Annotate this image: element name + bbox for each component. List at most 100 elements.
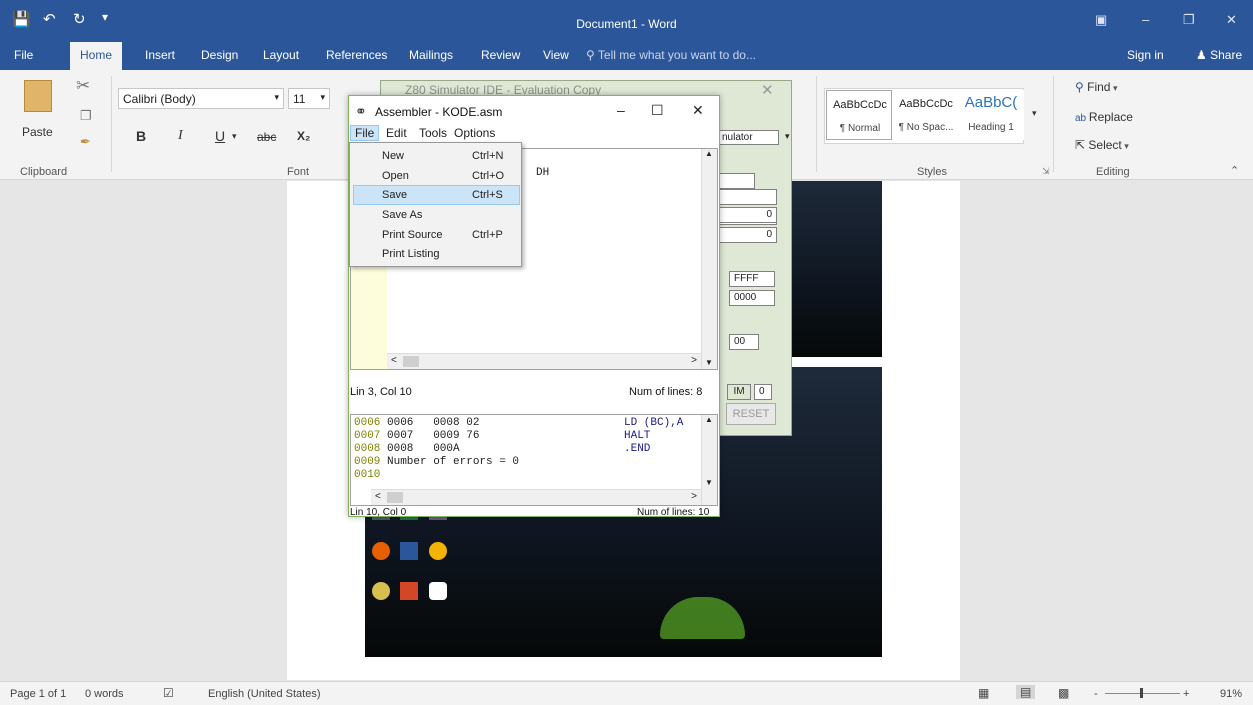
close-icon[interactable]: ✕: [761, 81, 774, 99]
zoom-out-button[interactable]: -: [1094, 688, 1098, 700]
scroll-left-icon[interactable]: <: [391, 355, 397, 366]
menu-options[interactable]: Options: [454, 126, 495, 140]
menu-item-save[interactable]: Save Ctrl+S: [353, 185, 520, 205]
menu-item-print-source[interactable]: Print Source Ctrl+P: [353, 225, 520, 245]
menu-tools[interactable]: Tools: [419, 126, 447, 140]
proofing-icon[interactable]: ☑: [163, 686, 174, 700]
listing-line-number: 0009: [354, 456, 381, 468]
scroll-thumb[interactable]: [403, 356, 419, 367]
app-icon: ⚭: [355, 103, 367, 119]
ribbon-display-icon[interactable]: ▣: [1095, 12, 1107, 28]
style-normal[interactable]: AaBbCcDc ¶ Normal: [826, 90, 892, 140]
menu-item-open[interactable]: Open Ctrl+O: [353, 166, 520, 186]
read-mode-icon[interactable]: ▦: [978, 686, 989, 700]
paste-icon[interactable]: [24, 80, 52, 112]
scroll-up-icon[interactable]: ▲: [705, 415, 713, 424]
scroll-down-icon[interactable]: ▼: [705, 478, 713, 487]
minimize-icon[interactable]: –: [617, 102, 625, 118]
menu-edit[interactable]: Edit: [386, 126, 407, 140]
paste-button[interactable]: Paste: [22, 125, 53, 139]
tell-me-box[interactable]: ⚲ Tell me what you want to do...: [586, 48, 756, 62]
sign-in-link[interactable]: Sign in: [1127, 48, 1164, 62]
strikethrough-button[interactable]: abc: [257, 130, 276, 144]
page-count[interactable]: Page 1 of 1: [10, 688, 66, 700]
tab-mailings[interactable]: Mailings: [409, 48, 453, 62]
status-bar: Page 1 of 1 0 words ☑ English (United St…: [0, 681, 1253, 705]
tab-home[interactable]: Home: [70, 42, 123, 70]
code-fragment: DH: [536, 167, 550, 179]
listing-line-number: 0006: [354, 417, 381, 429]
format-painter-icon[interactable]: ✒: [80, 134, 91, 150]
tab-design[interactable]: Design: [201, 48, 238, 62]
language[interactable]: English (United States): [208, 688, 321, 700]
emulator-field[interactable]: nulator: [717, 130, 779, 145]
reset-button[interactable]: RESET: [726, 403, 776, 425]
font-size-combo[interactable]: 11 ▾: [288, 88, 330, 109]
tab-references[interactable]: References: [326, 48, 387, 62]
maximize-icon[interactable]: ☐: [651, 102, 664, 119]
word-count[interactable]: 0 words: [85, 688, 124, 700]
share-button[interactable]: ♟ Share: [1196, 48, 1242, 62]
scroll-right-icon[interactable]: >: [691, 491, 697, 502]
select-button[interactable]: ⇱ Select ▾: [1075, 138, 1129, 152]
pc-field[interactable]: 0000: [729, 290, 775, 306]
close-icon[interactable]: ✕: [692, 102, 704, 119]
register-field[interactable]: [717, 173, 755, 189]
horizontal-scrollbar[interactable]: < >: [387, 353, 701, 369]
copy-icon[interactable]: ❐: [80, 108, 92, 124]
underline-button[interactable]: U: [215, 128, 225, 144]
im-field[interactable]: 0: [754, 384, 772, 400]
cut-icon[interactable]: ✂: [76, 76, 90, 96]
close-icon[interactable]: ✕: [1226, 12, 1237, 28]
scroll-left-icon[interactable]: <: [375, 491, 381, 502]
listing-editor[interactable]: 0006 0006 0008 02 LD (BC),A 0007 0007 00…: [350, 414, 718, 506]
chevron-down-icon[interactable]: ▾: [232, 131, 237, 142]
replace-button[interactable]: ab Replace: [1075, 110, 1133, 124]
font-name-combo[interactable]: Calibri (Body) ▾: [118, 88, 284, 109]
minimize-icon[interactable]: –: [1142, 12, 1149, 27]
collapse-ribbon-icon[interactable]: ⌃: [1230, 164, 1239, 177]
lightbulb-icon: ⚲: [586, 48, 598, 62]
person-icon: ♟: [1196, 48, 1211, 62]
ribbon-tabs: File Home Insert Design Layout Reference…: [0, 42, 1253, 70]
listing-line-number: 0010: [354, 469, 381, 481]
tab-view[interactable]: View: [543, 48, 569, 62]
scroll-down-icon[interactable]: ▼: [705, 358, 713, 367]
tab-insert[interactable]: Insert: [145, 48, 175, 62]
powerpoint-icon: [400, 582, 418, 600]
print-layout-icon[interactable]: ▤: [1016, 685, 1036, 699]
find-button[interactable]: ⚲ Find ▾: [1075, 80, 1118, 94]
menu-item-print-listing[interactable]: Print Listing: [353, 244, 520, 264]
styles-more-icon[interactable]: ▾: [1032, 108, 1037, 119]
scroll-right-icon[interactable]: >: [691, 355, 697, 366]
sp-field[interactable]: FFFF: [729, 271, 775, 287]
register-field[interactable]: [717, 189, 777, 205]
style-no-spacing[interactable]: AaBbCcDc ¶ No Spac...: [893, 90, 959, 140]
horizontal-scrollbar[interactable]: < >: [371, 489, 701, 505]
value-field[interactable]: 0: [717, 207, 777, 223]
dialog-launcher-icon[interactable]: ⇲: [1042, 166, 1050, 177]
tab-layout[interactable]: Layout: [263, 48, 299, 62]
scroll-up-icon[interactable]: ▲: [705, 149, 713, 158]
top-status-position: Lin 3, Col 10: [350, 386, 412, 398]
tab-review[interactable]: Review: [481, 48, 520, 62]
zoom-in-button[interactable]: +: [1183, 688, 1189, 700]
chevron-down-icon[interactable]: ▾: [785, 131, 790, 142]
restore-icon[interactable]: ❐: [1183, 12, 1195, 28]
vertical-scrollbar[interactable]: ▲ ▼: [701, 415, 717, 505]
bold-button[interactable]: B: [136, 128, 146, 144]
menu-item-new[interactable]: New Ctrl+N: [353, 146, 520, 166]
zoom-level[interactable]: 91%: [1220, 688, 1242, 700]
subscript-button[interactable]: X₂: [297, 129, 310, 143]
value-field[interactable]: 0: [717, 227, 777, 243]
tab-file[interactable]: File: [14, 48, 33, 62]
menu-file[interactable]: File: [350, 125, 380, 141]
zoom-slider-thumb[interactable]: [1140, 688, 1143, 698]
scroll-thumb[interactable]: [387, 492, 403, 503]
interrupt-field[interactable]: 00: [729, 334, 759, 350]
menu-item-save-as[interactable]: Save As: [353, 205, 520, 225]
web-layout-icon[interactable]: ▩: [1058, 686, 1069, 700]
italic-button[interactable]: I: [178, 128, 183, 144]
vertical-scrollbar[interactable]: ▲ ▼: [701, 149, 717, 369]
style-heading-1[interactable]: AaBbC( Heading 1: [958, 90, 1024, 140]
